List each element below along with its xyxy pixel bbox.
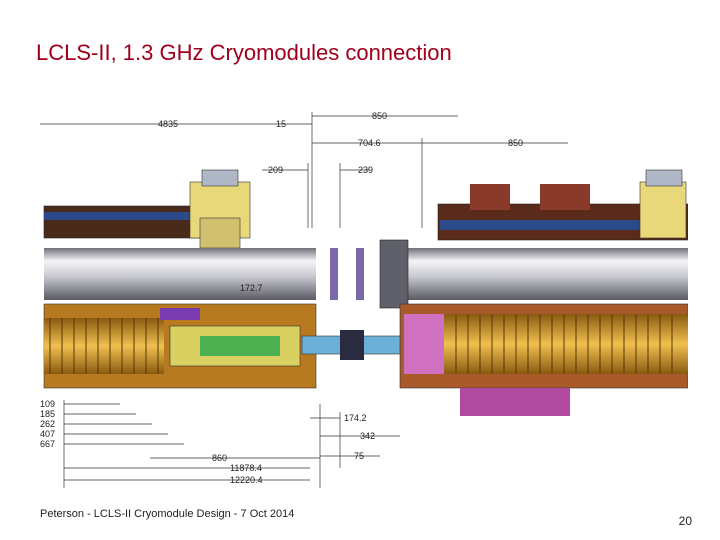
left-purple-block bbox=[160, 308, 200, 320]
dim-4835: 4835 bbox=[158, 119, 178, 129]
gap-bellows-left bbox=[330, 248, 338, 300]
dim-209: 209 bbox=[268, 165, 283, 175]
right-vacuum-vessel bbox=[388, 248, 688, 300]
right-cavity-string bbox=[444, 314, 688, 374]
dim-174-2: 174.2 bbox=[344, 413, 367, 423]
left-vessel-top bbox=[43, 169, 251, 249]
interconnect-valve bbox=[340, 330, 364, 360]
left-coupler bbox=[200, 336, 280, 356]
page-number: 20 bbox=[678, 514, 692, 528]
dim-109: 109 bbox=[40, 399, 55, 409]
gap-bellows-right bbox=[356, 248, 364, 300]
dim-75: 75 bbox=[354, 451, 364, 461]
dim-11878-4: 11878.4 bbox=[230, 463, 262, 473]
cryomodule-drawing: 4835 15 850 704.6 850 209 239 172.7 109 … bbox=[40, 111, 688, 488]
dim-850-right: 850 bbox=[508, 138, 523, 148]
dim-704-6: 704.6 bbox=[358, 138, 381, 148]
right-pink-section bbox=[404, 314, 444, 374]
dim-667: 667 bbox=[40, 439, 55, 449]
dim-342: 342 bbox=[360, 431, 375, 441]
dim-239: 239 bbox=[358, 165, 373, 175]
dim-15: 15 bbox=[276, 119, 286, 129]
dim-860: 860 bbox=[212, 453, 227, 463]
dim-850-top: 850 bbox=[372, 111, 387, 121]
dim-262: 262 bbox=[40, 419, 55, 429]
right-lower-bellows bbox=[460, 388, 570, 416]
slide-footer: Peterson - LCLS-II Cryomodule Design - 7… bbox=[40, 508, 295, 520]
right-vessel-top bbox=[437, 169, 688, 241]
left-vacuum-vessel bbox=[44, 248, 316, 300]
right-flange bbox=[379, 239, 409, 309]
dim-12220-4: 12220.4 bbox=[230, 475, 263, 485]
dim-407: 407 bbox=[40, 429, 55, 439]
dim-172-7: 172.7 bbox=[240, 283, 263, 293]
slide-title: LCLS-II, 1.3 GHz Cryomodules connection bbox=[36, 40, 452, 65]
dim-185: 185 bbox=[40, 409, 55, 419]
